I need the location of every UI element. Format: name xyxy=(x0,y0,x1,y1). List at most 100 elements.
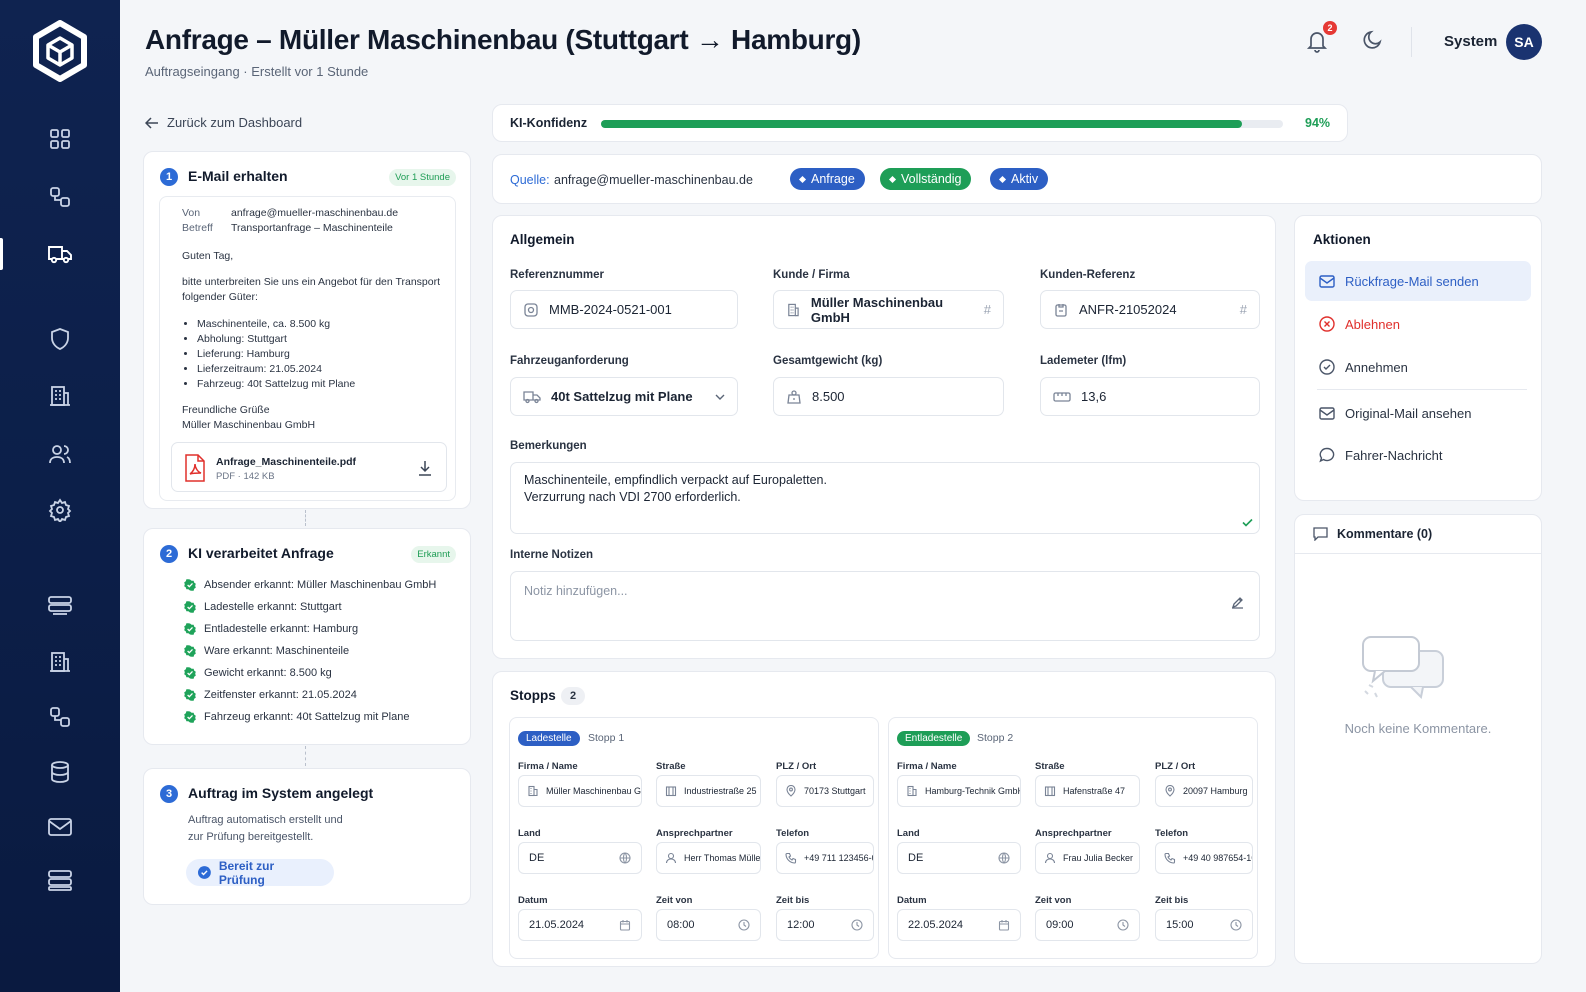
database-icon[interactable] xyxy=(46,758,74,786)
user-name[interactable]: System xyxy=(1444,33,1497,50)
stop-datum-field[interactable]: 22.05.2024 xyxy=(897,909,1021,941)
stop-telefon-field[interactable]: +49 40 987654-10 xyxy=(1155,842,1253,874)
notes-placeholder: Notiz hinzufügen... xyxy=(524,584,628,598)
mail-icon[interactable] xyxy=(46,813,74,841)
flow-icon[interactable] xyxy=(46,703,74,731)
logo-icon[interactable] xyxy=(31,20,89,82)
ldm-value: 13,6 xyxy=(1081,389,1107,404)
land-label: Land xyxy=(897,828,920,839)
gear-icon[interactable] xyxy=(46,496,74,524)
back-link[interactable]: Zurück zum Dashboard xyxy=(145,115,302,130)
section-title: Stopps xyxy=(510,688,556,703)
document-icon xyxy=(1055,303,1067,317)
view-original-mail-button[interactable]: Original-Mail ansehen xyxy=(1305,393,1531,433)
attachment-meta: PDF · 142 KB xyxy=(216,471,275,482)
customer-field[interactable]: Müller Maschinenbau GmbH # xyxy=(773,290,1004,329)
map-pin-icon xyxy=(785,785,797,797)
general-card: Allgemein Referenznummer MMB-2024-0521-0… xyxy=(492,215,1276,659)
download-icon[interactable] xyxy=(418,460,432,476)
comments-header: Kommentare (0) xyxy=(1313,527,1432,541)
stop-land-field[interactable]: DE xyxy=(518,842,642,874)
recognition-text: Absender erkannt: Müller Maschinenbau Gm… xyxy=(204,579,437,591)
divider xyxy=(1317,389,1527,390)
mail-icon xyxy=(1319,406,1335,420)
truck-icon[interactable] xyxy=(46,240,74,268)
recognition-item: Gewicht erkannt: 8.500 kg xyxy=(184,662,436,684)
recognition-item: Fahrzeug erkannt: 40t Sattelzug mit Plan… xyxy=(184,706,436,728)
from-value: anfrage@mueller-maschinenbau.de xyxy=(231,207,399,219)
storage-icon[interactable] xyxy=(46,866,74,894)
ansprech-label: Ansprechpartner xyxy=(1035,828,1112,839)
server-icon[interactable] xyxy=(46,592,74,620)
tag-anfrage: Anfrage xyxy=(790,168,865,190)
stop-bis-field[interactable]: 12:00 xyxy=(776,909,874,941)
building2-icon[interactable] xyxy=(46,648,74,676)
stop-datum-field[interactable]: 21.05.2024 xyxy=(518,909,642,941)
target-icon xyxy=(524,302,538,317)
button-label: Bereit zur Prüfung xyxy=(218,858,275,887)
stop-plz-field[interactable]: 70173 Stuttgart xyxy=(776,775,874,807)
accept-button[interactable]: Annehmen xyxy=(1305,347,1531,387)
send-inquiry-mail-button[interactable]: Rückfrage-Mail senden xyxy=(1305,261,1531,301)
stop-von-value: 09:00 xyxy=(1046,919,1074,931)
reference-field[interactable]: MMB-2024-0521-001 xyxy=(510,290,738,329)
action-label: Ablehnen xyxy=(1345,316,1400,332)
remarks-textarea[interactable]: Maschinenteile, empfindlich verpackt auf… xyxy=(510,462,1260,534)
stop-firma-field[interactable]: Hamburg-Technik GmbH xyxy=(897,775,1021,807)
routes-icon[interactable] xyxy=(46,183,74,211)
notes-textarea[interactable]: Notiz hinzufügen... xyxy=(510,571,1260,641)
comments-card: Kommentare (0) Noch keine Kommentare. xyxy=(1294,514,1542,964)
divider xyxy=(1295,553,1541,554)
stop-type-label: Entladestelle xyxy=(905,733,963,744)
step-number: 3 xyxy=(160,785,178,803)
stop-land-field[interactable]: DE xyxy=(897,842,1021,874)
stop-bis-field[interactable]: 15:00 xyxy=(1155,909,1253,941)
stop-strasse-field[interactable]: Industriestraße 25 xyxy=(656,775,761,807)
person-icon xyxy=(665,852,677,864)
check-circle-icon xyxy=(1319,359,1335,375)
attachment-name: Anfrage_Maschinenteile.pdf xyxy=(216,456,357,468)
users-icon[interactable] xyxy=(46,440,74,468)
stop-strasse-field[interactable]: Hafenstraße 47 xyxy=(1035,775,1140,807)
person-icon xyxy=(1044,852,1056,864)
check-icon xyxy=(184,667,196,679)
stop-von-field[interactable]: 08:00 xyxy=(656,909,761,941)
stop-ansprech-field[interactable]: Herr Thomas Müller xyxy=(656,842,761,874)
plz-label: PLZ / Ort xyxy=(776,761,817,772)
recognition-text: Ware erkannt: Maschinenteile xyxy=(204,645,350,657)
weight-field[interactable]: 8.500 xyxy=(773,377,1004,416)
notes-label: Interne Notizen xyxy=(510,549,594,561)
stop-ansprech-field[interactable]: Frau Julia Becker xyxy=(1035,842,1140,874)
vehicle-select[interactable]: 40t Sattelzug mit Plane xyxy=(510,377,738,416)
reject-button[interactable]: Ablehnen xyxy=(1305,304,1531,344)
email-bullet: Lieferzeitraum: 21.05.2024 xyxy=(197,362,355,377)
shield-icon[interactable] xyxy=(46,325,74,353)
moon-icon[interactable] xyxy=(1362,29,1384,51)
clock-icon xyxy=(1230,919,1242,931)
customer-value: Müller Maschinenbau GmbH xyxy=(810,294,944,325)
driver-message-button[interactable]: Fahrer-Nachricht xyxy=(1305,435,1531,475)
email-bullet: Fahrzeug: 40t Sattelzug mit Plane xyxy=(197,377,355,392)
stop-firma-field[interactable]: Müller Maschinenbau GmbH xyxy=(518,775,642,807)
empty-comments-text: Noch keine Kommentare. xyxy=(1344,721,1492,736)
stop-telefon-value: +49 711 123456-0 xyxy=(804,853,874,863)
stop-plz-field[interactable]: 20097 Hamburg xyxy=(1155,775,1253,807)
actions-card: Aktionen Rückfrage-Mail senden Ablehnen … xyxy=(1294,215,1542,501)
dashboard-icon[interactable] xyxy=(46,125,74,153)
building-icon[interactable] xyxy=(46,382,74,410)
stop-von-field[interactable]: 09:00 xyxy=(1035,909,1140,941)
ready-for-review-button[interactable]: Bereit zur Prüfung xyxy=(186,858,334,887)
attachment[interactable]: Anfrage_Maschinenteile.pdf PDF · 142 KB xyxy=(171,442,447,492)
email-bullets: Maschinenteile, ca. 8.500 kg Abholung: S… xyxy=(197,317,355,392)
avatar[interactable]: SA xyxy=(1506,24,1542,60)
ldm-field[interactable]: 13,6 xyxy=(1040,377,1260,416)
pencil-icon[interactable] xyxy=(1231,596,1244,609)
subject-label: Betreff xyxy=(182,222,213,234)
email-body: bitte unterbreiten Sie uns ein Angebot f… xyxy=(182,276,441,303)
status-badge: Erkannt xyxy=(411,546,456,563)
action-label: Original-Mail ansehen xyxy=(1345,405,1472,421)
email-bullet: Abholung: Stuttgart xyxy=(197,332,355,347)
source-email[interactable]: anfrage@mueller-maschinenbau.de xyxy=(554,173,753,187)
customer-reference-field[interactable]: ANFR-21052024 # xyxy=(1040,290,1260,329)
stop-telefon-field[interactable]: +49 711 123456-0 xyxy=(776,842,874,874)
